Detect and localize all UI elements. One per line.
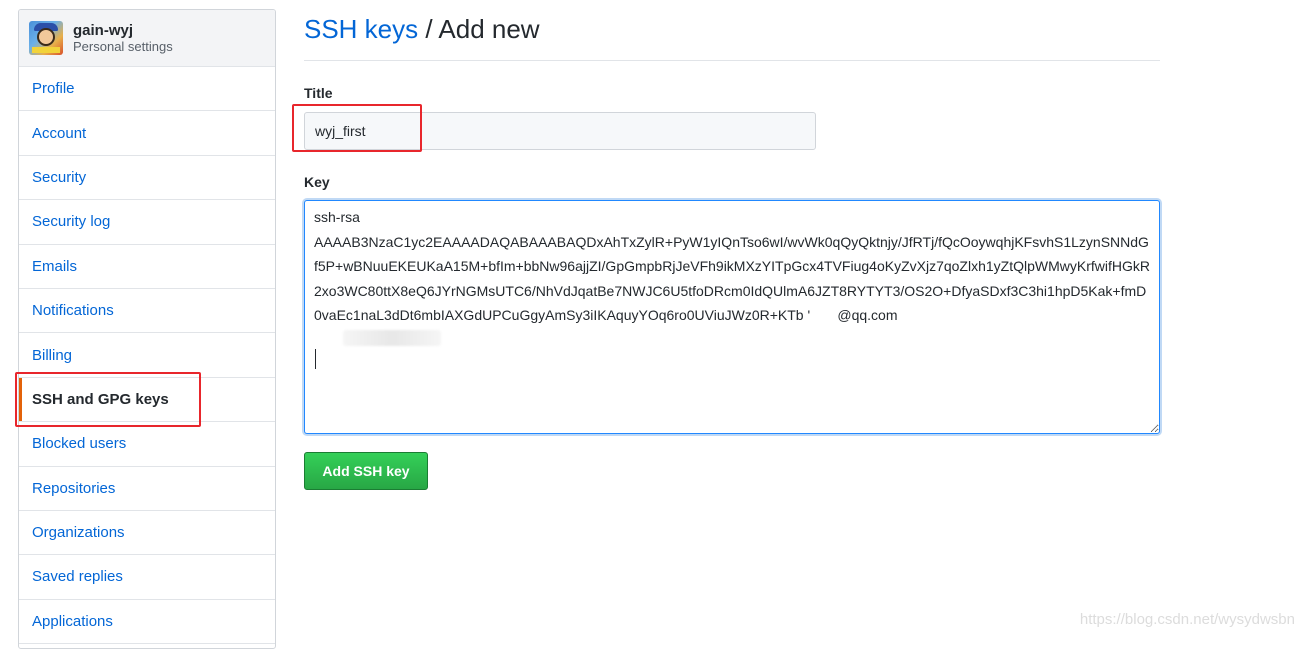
redaction-blur: [343, 330, 441, 346]
add-ssh-key-button[interactable]: Add SSH key: [304, 452, 428, 490]
sidebar-item-blocked-users[interactable]: Blocked users: [19, 422, 275, 466]
sidebar-item-security-log[interactable]: Security log: [19, 200, 275, 244]
sidebar-item-ssh-gpg-keys[interactable]: SSH and GPG keys: [19, 378, 275, 422]
breadcrumb-separator: /: [418, 14, 438, 44]
sidebar-item-security[interactable]: Security: [19, 156, 275, 200]
sidebar-item-organizations[interactable]: Organizations: [19, 511, 275, 555]
title-input[interactable]: [304, 112, 816, 150]
key-textarea[interactable]: [304, 200, 1160, 434]
text-caret: [315, 349, 316, 369]
page-title: SSH keys / Add new: [304, 14, 540, 45]
user-subtitle: Personal settings: [73, 39, 173, 54]
sidebar-item-repositories[interactable]: Repositories: [19, 467, 275, 511]
breadcrumb-ssh-keys-link[interactable]: SSH keys: [304, 14, 418, 44]
sidebar-item-account[interactable]: Account: [19, 111, 275, 155]
title-divider: [304, 60, 1160, 61]
sidebar-item-applications[interactable]: Applications: [19, 600, 275, 644]
title-field-label: Title: [304, 85, 333, 101]
user-name[interactable]: gain-wyj: [73, 22, 173, 39]
key-field-label: Key: [304, 174, 330, 190]
sidebar-item-saved-replies[interactable]: Saved replies: [19, 555, 275, 599]
sidebar-item-billing[interactable]: Billing: [19, 333, 275, 377]
avatar-face-shape: [37, 28, 55, 46]
sidebar-user-header: gain-wyj Personal settings: [19, 10, 275, 67]
sidebar-item-notifications[interactable]: Notifications: [19, 289, 275, 333]
sidebar-item-emails[interactable]: Emails: [19, 245, 275, 289]
avatar-band-shape: [32, 47, 60, 53]
avatar[interactable]: [29, 21, 63, 55]
user-info: gain-wyj Personal settings: [73, 22, 173, 54]
settings-sidebar: gain-wyj Personal settings Profile Accou…: [18, 9, 276, 649]
watermark: https://blog.csdn.net/wysydwsbn: [1080, 611, 1295, 628]
breadcrumb-current: Add new: [438, 14, 539, 44]
sidebar-item-profile[interactable]: Profile: [19, 67, 275, 111]
